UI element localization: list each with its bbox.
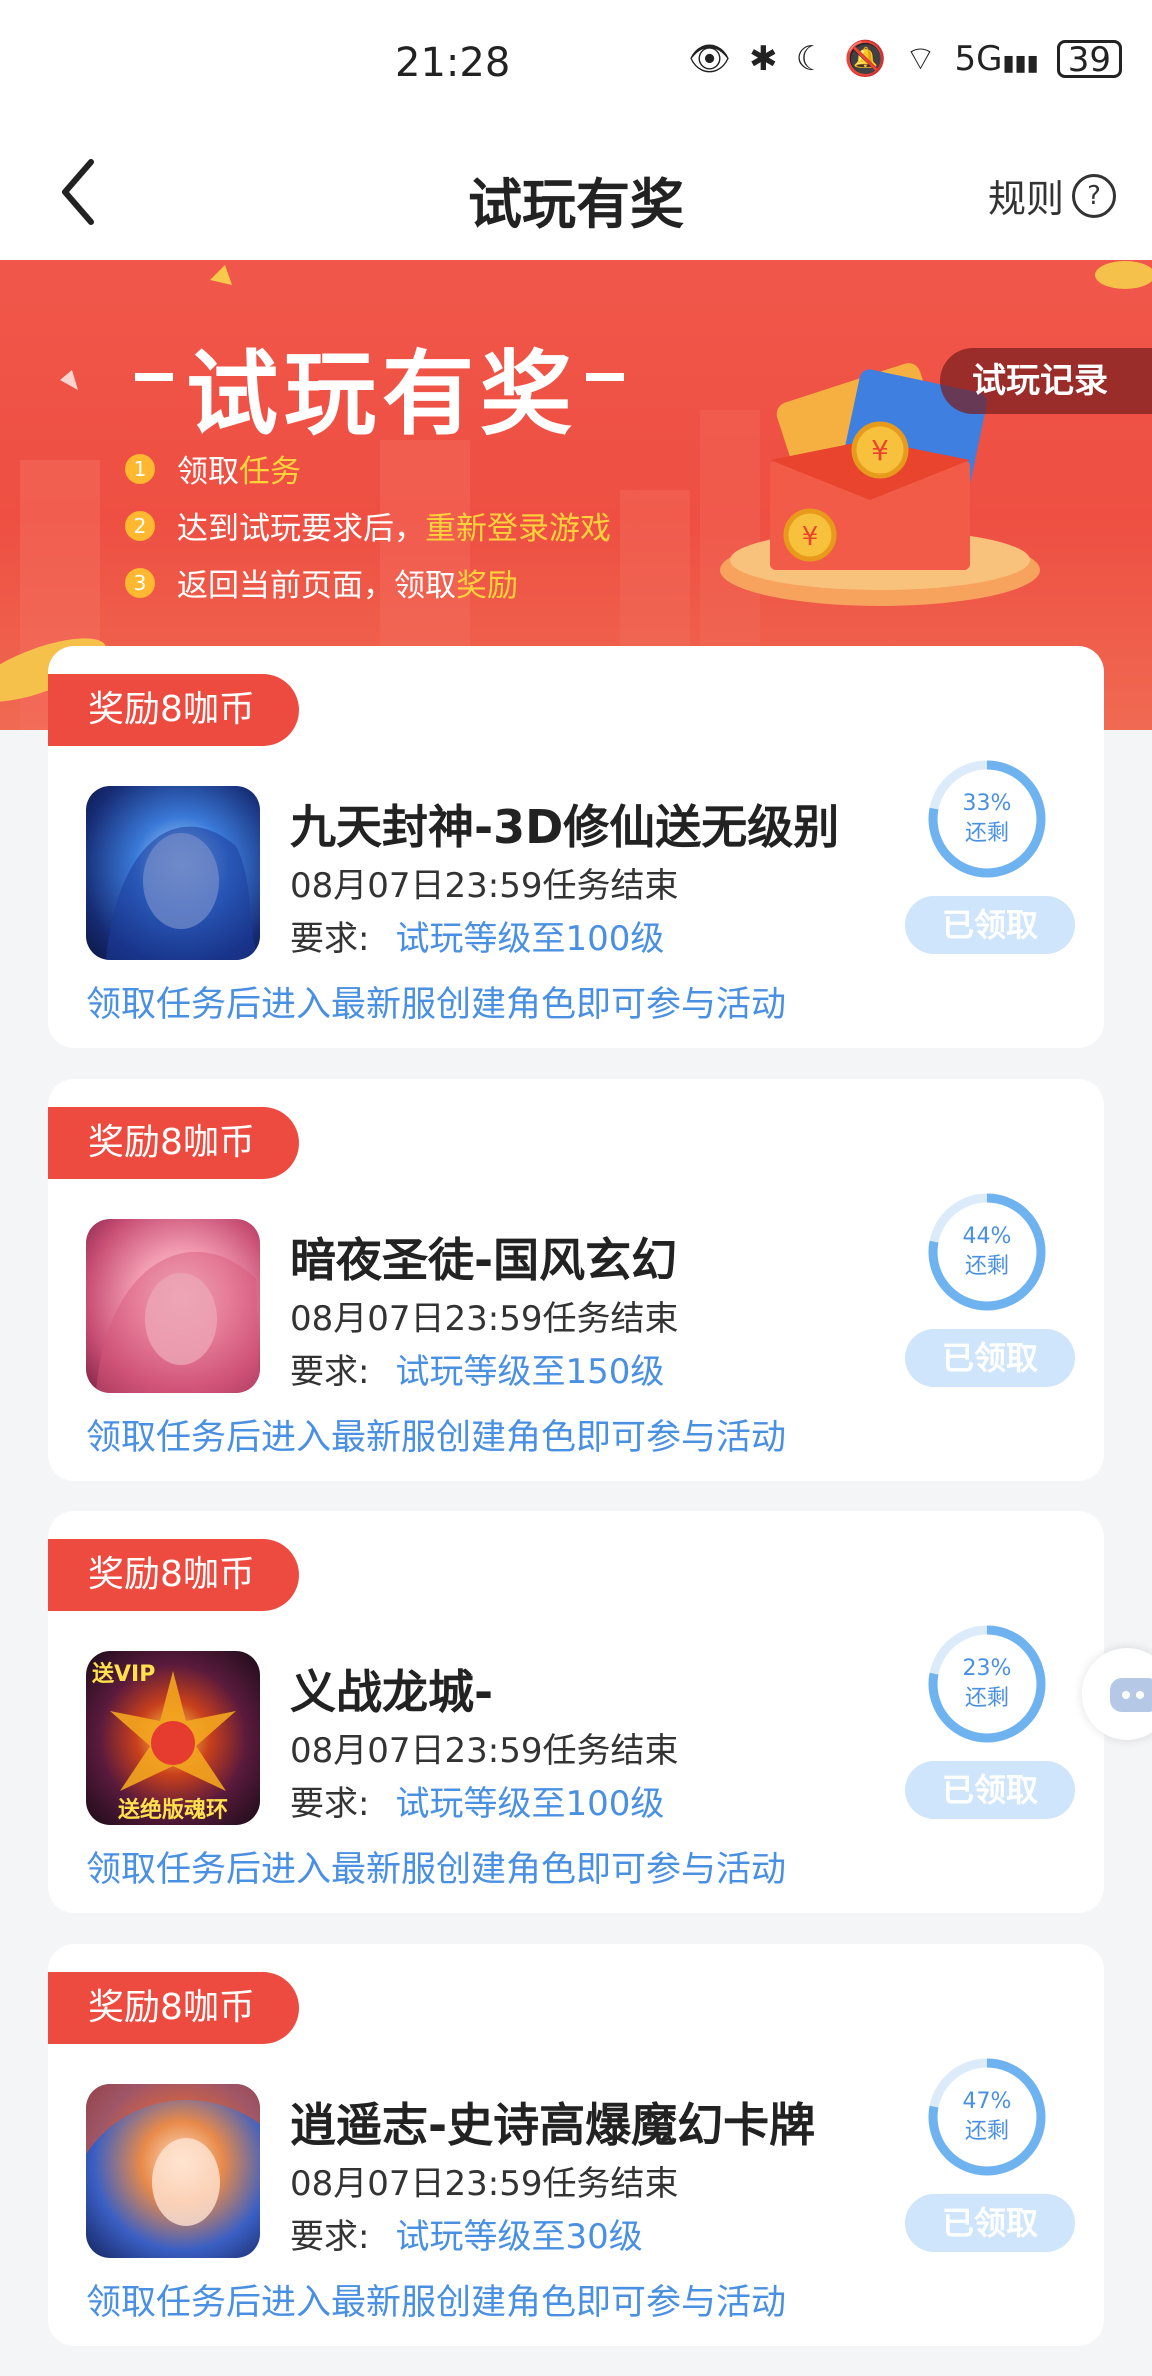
banner-steps: 1 领取任务 2 达到试玩要求后，重新登录游戏 3 返回当前页面，领取奖励 <box>125 440 611 611</box>
progress-text: 23% 还剩 <box>924 1621 1050 1747</box>
reward-badge: 奖励8咖币 <box>48 674 299 746</box>
task-note: 领取任务后进入最新服创建角色即可参与活动 <box>86 1418 787 1458</box>
step-highlight: 任务 <box>239 454 301 490</box>
step-text: 领取 <box>177 454 239 490</box>
step-number: 1 <box>125 453 155 484</box>
title-dash-right <box>586 373 624 381</box>
progress-text: 47% 还剩 <box>924 2054 1050 2180</box>
title-dash-left <box>135 373 173 381</box>
progress-text: 44% 还剩 <box>924 1189 1050 1315</box>
task-note: 领取任务后进入最新服创建角色即可参与活动 <box>86 2283 787 2323</box>
remaining-label: 还剩 <box>964 1254 1009 1279</box>
status-time: 21:28 <box>395 40 511 86</box>
claimed-button[interactable]: 已领取 <box>905 1761 1075 1819</box>
remaining-percent: 44% <box>962 1224 1012 1249</box>
game-icon[interactable]: 送VIP 送绝版魂环 <box>86 1651 260 1825</box>
game-name: 义战龙城- <box>290 1665 494 1719</box>
svg-text:¥: ¥ <box>802 522 819 552</box>
game-name: 暗夜圣徒-国风玄幻 <box>290 1233 678 1287</box>
character-portrait-icon <box>106 826 260 960</box>
chat-float-button[interactable] <box>1082 1648 1152 1740</box>
step-item: 3 返回当前页面，领取奖励 <box>125 554 611 611</box>
character-portrait-icon <box>96 1251 260 1393</box>
step-text: 返回当前页面，领取 <box>177 568 456 604</box>
game-name: 逍遥志-史诗高爆魔幻卡牌 <box>290 2098 816 2152</box>
step-item: 2 达到试玩要求后，重新登录游戏 <box>125 497 611 554</box>
game-icon[interactable] <box>86 786 260 960</box>
icon-vip-text: 送VIP <box>92 1661 155 1687</box>
page-title: 试玩有奖 <box>468 173 684 236</box>
requirement-value: 试玩等级至150级 <box>395 1352 665 1392</box>
remaining-label: 还剩 <box>964 2119 1009 2144</box>
progress-text: 33% 还剩 <box>924 756 1050 882</box>
signal-icon: 5G▮▮▮ <box>954 39 1039 79</box>
task-deadline: 08月07日23:59任务结束 <box>290 2164 679 2204</box>
banner-title: 试玩有奖 <box>186 341 579 448</box>
requirement-label: 要求: <box>290 1784 370 1824</box>
requirement-value: 试玩等级至30级 <box>395 2217 643 2257</box>
eye-icon: 👁 <box>688 39 732 79</box>
task-deadline: 08月07日23:59任务结束 <box>290 1731 679 1771</box>
task-card: 奖励8咖币 九天封神-3D修仙送无级别 08月07日23:59任务结束 要求: 试… <box>48 646 1104 1048</box>
remaining-label: 还剩 <box>964 1686 1009 1711</box>
remaining-percent: 33% <box>962 791 1012 816</box>
requirement-value: 试玩等级至100级 <box>395 1784 665 1824</box>
remaining-progress-ring: 44% 还剩 <box>924 1189 1050 1315</box>
requirement-label: 要求: <box>290 2217 370 2257</box>
remaining-progress-ring: 47% 还剩 <box>924 2054 1050 2180</box>
task-note: 领取任务后进入最新服创建角色即可参与活动 <box>86 985 787 1025</box>
task-card: 奖励8咖币 暗夜圣徒-国风玄幻 08月07日23:59任务结束 要求: 试玩等级至… <box>48 1079 1104 1481</box>
question-icon: ? <box>1072 173 1116 218</box>
game-name: 九天封神-3D修仙送无级别 <box>290 800 840 854</box>
task-requirement: 要求: 试玩等级至150级 <box>290 1344 664 1393</box>
claimed-button[interactable]: 已领取 <box>905 1329 1075 1387</box>
nav-bar: 试玩有奖 规则 ? <box>0 130 1152 260</box>
trial-record-button[interactable]: 试玩记录 <box>940 348 1152 414</box>
requirement-label: 要求: <box>290 1352 370 1392</box>
task-card: 奖励8咖币 送VIP 送绝版魂环 义战龙城- 08月07日23:59任务结束 要… <box>48 1511 1104 1913</box>
mute-bell-icon: 🔕 <box>844 39 887 79</box>
remaining-progress-ring: 23% 还剩 <box>924 1621 1050 1747</box>
remaining-percent: 47% <box>962 2089 1012 2114</box>
requirement-value: 试玩等级至100级 <box>395 919 665 959</box>
task-note: 领取任务后进入最新服创建角色即可参与活动 <box>86 1850 787 1890</box>
character-portrait-icon <box>86 2084 260 2226</box>
svg-text:¥: ¥ <box>871 434 889 467</box>
wifi-icon: ⌔ <box>904 39 937 79</box>
task-requirement: 要求: 试玩等级至100级 <box>290 911 664 960</box>
remaining-percent: 23% <box>962 1656 1012 1681</box>
remaining-label: 还剩 <box>964 821 1009 846</box>
step-item: 1 领取任务 <box>125 440 611 497</box>
chat-bubble-icon <box>1110 1678 1152 1712</box>
moon-icon: ☾ <box>795 39 827 79</box>
step-number: 3 <box>125 567 155 598</box>
emblem-icon: 送VIP 送绝版魂环 <box>92 1661 236 1823</box>
reward-badge: 奖励8咖币 <box>48 1539 299 1611</box>
step-highlight: 重新登录游戏 <box>425 511 611 547</box>
task-deadline: 08月07日23:59任务结束 <box>290 1299 679 1339</box>
game-icon[interactable] <box>86 1219 260 1393</box>
rules-button[interactable]: 规则 ? <box>988 168 1116 223</box>
status-icons: 👁 ✱ ☾ 🔕 ⌔ 5G▮▮▮ 39 <box>688 39 1123 79</box>
remaining-progress-ring: 33% 还剩 <box>924 756 1050 882</box>
bluetooth-icon: ✱ <box>749 39 778 79</box>
task-deadline: 08月07日23:59任务结束 <box>290 866 679 906</box>
task-card: 奖励8咖币 逍遥志-史诗高爆魔幻卡牌 08月07日23:59任务结束 要求: 试玩… <box>48 1944 1104 2346</box>
task-requirement: 要求: 试玩等级至100级 <box>290 1776 664 1825</box>
game-icon[interactable] <box>86 2084 260 2258</box>
requirement-label: 要求: <box>290 919 370 959</box>
step-number: 2 <box>125 510 155 541</box>
rules-label: 规则 <box>987 177 1064 221</box>
icon-bottom-text: 送绝版魂环 <box>118 1797 228 1823</box>
claimed-button[interactable]: 已领取 <box>905 896 1075 954</box>
task-requirement: 要求: 试玩等级至30级 <box>290 2209 643 2258</box>
reward-badge: 奖励8咖币 <box>48 1972 299 2044</box>
step-text: 达到试玩要求后， <box>177 511 425 547</box>
battery-icon: 39 <box>1056 40 1123 78</box>
status-bar: 21:28 👁 ✱ ☾ 🔕 ⌔ 5G▮▮▮ 39 <box>0 0 1152 130</box>
reward-badge: 奖励8咖币 <box>48 1107 299 1179</box>
step-highlight: 奖励 <box>456 568 518 604</box>
claimed-button[interactable]: 已领取 <box>905 2194 1075 2252</box>
